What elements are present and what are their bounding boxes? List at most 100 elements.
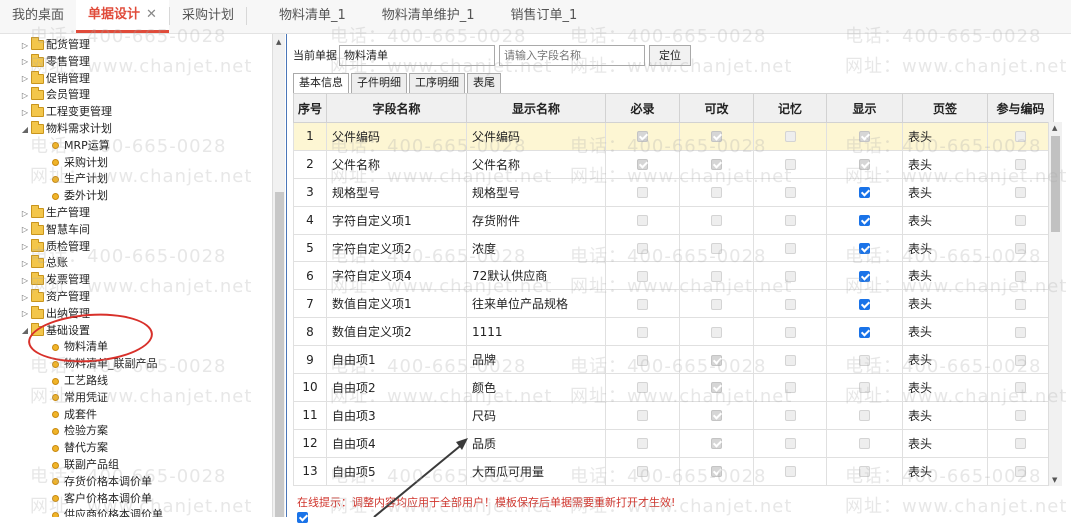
show-checkbox[interactable] [859,326,870,338]
required-checkbox[interactable] [637,159,648,171]
expand-icon[interactable]: ▷ [20,104,30,121]
tree-leaf[interactable]: 委外计划 [52,187,108,204]
coding-checkbox[interactable] [1015,438,1026,450]
tree-leaf[interactable]: 采购计划 [52,154,108,171]
editable-checkbox[interactable] [711,187,722,199]
tree-folder[interactable]: ◢ 基础设置 [20,322,90,339]
close-icon[interactable]: ✕ [146,7,157,22]
tree-leaf[interactable]: 物料清单 [52,338,108,355]
current-doc-input[interactable] [339,44,495,66]
required-checkbox[interactable] [637,354,648,366]
tree-folder[interactable]: ▷ 会员管理 [20,86,90,103]
required-checkbox[interactable] [637,382,648,394]
show-checkbox[interactable] [859,131,870,143]
required-checkbox[interactable] [637,243,648,254]
bottom-checkbox[interactable] [297,512,308,523]
memory-checkbox[interactable] [784,159,796,171]
memory-checkbox[interactable] [784,382,796,394]
show-checkbox[interactable] [859,382,870,394]
field-search-input[interactable] [499,44,645,66]
editable-checkbox[interactable] [711,382,722,394]
table-row[interactable]: 9 自由项1 品牌 表头 [293,345,1054,375]
tree-scroll-thumb[interactable] [275,192,284,517]
editable-checkbox[interactable] [711,215,722,227]
tree-folder[interactable]: ▷ 发票管理 [20,271,90,288]
tree-leaf[interactable]: 供应商价格本调价单 [52,506,163,517]
editable-checkbox[interactable] [711,270,722,282]
memory-checkbox[interactable] [784,131,796,143]
editable-checkbox[interactable] [711,354,722,366]
coding-checkbox[interactable] [1015,159,1026,171]
show-checkbox[interactable] [859,410,870,422]
required-checkbox[interactable] [637,326,648,338]
tree-folder[interactable]: ▷ 总账 [20,254,68,271]
memory-checkbox[interactable] [784,438,796,450]
expand-icon[interactable]: ▷ [20,70,30,87]
tree-leaf[interactable]: 物料清单_联副产品 [52,355,158,372]
expand-icon[interactable]: ▷ [20,289,30,306]
tree-folder[interactable]: ▷ 出纳管理 [20,305,90,322]
editable-checkbox[interactable] [711,466,722,478]
tree-leaf[interactable]: 生产计划 [52,170,108,187]
subtab-child-detail[interactable]: 子件明细 [351,73,407,93]
required-checkbox[interactable] [637,131,648,143]
tree-scrollbar[interactable]: ▲ [272,34,285,517]
tab-doc-design[interactable]: 单据设计 ✕ [76,0,169,33]
tab-bom-maint-1[interactable]: 物料清单维护_1 [370,0,487,33]
scroll-up-icon[interactable]: ▲ [276,38,281,46]
editable-checkbox[interactable] [711,298,722,310]
tab-bom-1[interactable]: 物料清单_1 [267,0,358,33]
table-row[interactable]: 8 数值自定义项2 1111 表头 [293,317,1054,347]
memory-checkbox[interactable] [784,466,796,478]
tree-folder[interactable]: ▷ 生产管理 [20,204,90,221]
memory-checkbox[interactable] [784,326,796,338]
subtab-process-detail[interactable]: 工序明细 [409,73,465,93]
coding-checkbox[interactable] [1015,298,1026,310]
subtab-basic-info[interactable]: 基本信息 [293,73,349,93]
memory-checkbox[interactable] [784,270,796,282]
coding-checkbox[interactable] [1015,270,1026,282]
scroll-up-icon[interactable]: ▲ [1052,124,1057,132]
show-checkbox[interactable] [859,270,870,282]
memory-checkbox[interactable] [784,243,796,254]
memory-checkbox[interactable] [784,410,796,422]
coding-checkbox[interactable] [1015,354,1026,366]
tree-leaf[interactable]: 常用凭证 [52,389,108,406]
coding-checkbox[interactable] [1015,131,1026,143]
tree-leaf[interactable]: 存货价格本调价单 [52,473,152,490]
scroll-down-icon[interactable]: ▼ [1052,476,1057,484]
table-row[interactable]: 11 自由项3 尺码 表头 [293,400,1054,430]
tree-folder[interactable]: ▷ 智慧车间 [20,221,90,238]
tab-sales-order-1[interactable]: 销售订单_1 [499,0,590,33]
tree-leaf[interactable]: 成套件 [52,406,97,423]
coding-checkbox[interactable] [1015,410,1026,422]
memory-checkbox[interactable] [784,298,796,310]
required-checkbox[interactable] [637,270,648,282]
table-scroll-thumb[interactable] [1051,136,1060,232]
show-checkbox[interactable] [859,215,870,227]
expand-icon[interactable]: ▷ [20,238,30,255]
coding-checkbox[interactable] [1015,215,1026,227]
coding-checkbox[interactable] [1015,326,1026,338]
tree-folder[interactable]: ▷ 资产管理 [20,288,90,305]
coding-checkbox[interactable] [1015,243,1026,254]
tree-folder[interactable]: ▷ 工程变更管理 [20,103,112,120]
coding-checkbox[interactable] [1015,466,1026,478]
table-row[interactable]: 4 字符自定义项1 存货附件 表头 [293,205,1054,235]
table-row[interactable]: 12 自由项4 品质 表头 [293,428,1054,458]
expand-icon[interactable]: ▷ [20,37,30,54]
show-checkbox[interactable] [859,159,870,171]
expand-icon[interactable]: ▷ [20,87,30,104]
table-row[interactable]: 13 自由项5 大西瓜可用量 表头 [293,456,1054,486]
tree-leaf[interactable]: 替代方案 [52,439,108,456]
subtab-footer[interactable]: 表尾 [467,73,501,93]
expand-icon[interactable]: ▷ [20,221,30,238]
locate-button[interactable]: 定位 [649,44,691,66]
table-row[interactable]: 3 规格型号 规格型号 表头 [293,177,1054,207]
table-row[interactable]: 2 父件名称 父件名称 表头 [293,149,1054,179]
collapse-icon[interactable]: ◢ [20,121,30,138]
table-row[interactable]: 10 自由项2 颜色 表头 [293,373,1054,402]
required-checkbox[interactable] [637,438,648,450]
required-checkbox[interactable] [637,215,648,227]
editable-checkbox[interactable] [711,326,722,338]
